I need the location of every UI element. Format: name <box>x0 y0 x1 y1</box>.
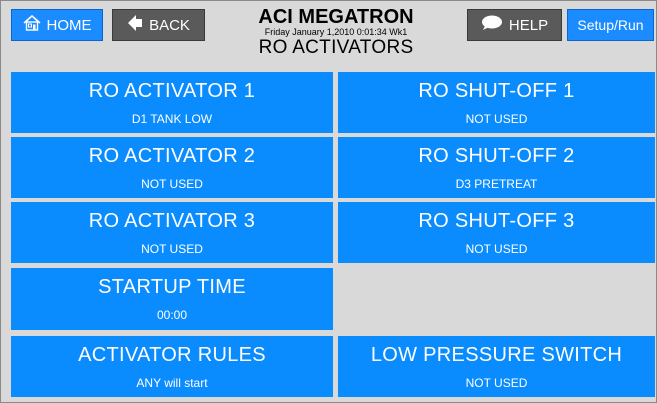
ro-shutoff-1-value: NOT USED <box>465 112 528 126</box>
home-button[interactable]: HOME <box>11 9 103 41</box>
back-button[interactable]: BACK <box>112 9 205 41</box>
ro-activator-3-value: NOT USED <box>141 242 203 256</box>
ro-activator-2-tile[interactable]: RO ACTIVATOR 2 NOT USED <box>11 137 333 198</box>
setup-run-button[interactable]: Setup/Run <box>567 9 654 41</box>
page-title: RO ACTIVATORS <box>258 37 414 58</box>
ro-activator-1-value: D1 TANK LOW <box>131 112 213 126</box>
speech-bubble-icon <box>481 15 509 35</box>
ro-shutoff-3-title: RO SHUT-OFF 3 <box>418 210 575 232</box>
low-pressure-switch-value: NOT USED <box>465 376 528 390</box>
help-button[interactable]: HELP <box>467 9 562 41</box>
home-button-label: HOME <box>46 16 92 34</box>
low-pressure-switch-tile[interactable]: LOW PRESSURE SWITCH NOT USED <box>338 336 655 397</box>
activator-rules-tile[interactable]: ACTIVATOR RULES ANY will start <box>11 336 333 397</box>
ro-activator-2-value: NOT USED <box>141 177 203 191</box>
startup-time-tile[interactable]: STARTUP TIME 00:00 <box>11 268 333 330</box>
ro-shutoff-2-title: RO SHUT-OFF 2 <box>418 145 575 167</box>
app-title: ACI MEGATRON <box>258 6 414 28</box>
startup-time-title: STARTUP TIME <box>98 276 246 298</box>
home-icon <box>22 14 47 35</box>
ro-activator-3-title: RO ACTIVATOR 3 <box>88 210 256 232</box>
ro-shutoff-1-tile[interactable]: RO SHUT-OFF 1 NOT USED <box>338 72 655 133</box>
screen-frame: HOME BACK ACI MEGATRON Friday January 1,… <box>0 0 657 403</box>
setup-run-button-label: Setup/Run <box>577 17 644 33</box>
back-button-label: BACK <box>149 16 190 34</box>
ro-shutoff-2-value: D3 PRETREAT <box>455 177 538 191</box>
ro-activator-2-title: RO ACTIVATOR 2 <box>88 145 256 167</box>
ro-shutoff-1-title: RO SHUT-OFF 1 <box>418 80 575 102</box>
activator-rules-title: ACTIVATOR RULES <box>78 344 266 366</box>
ro-activator-3-tile[interactable]: RO ACTIVATOR 3 NOT USED <box>11 202 333 263</box>
ro-shutoff-2-tile[interactable]: RO SHUT-OFF 2 D3 PRETREAT <box>338 137 655 198</box>
help-button-label: HELP <box>508 16 549 34</box>
ro-activator-1-tile[interactable]: RO ACTIVATOR 1 D1 TANK LOW <box>11 72 333 133</box>
ro-shutoff-3-value: NOT USED <box>465 242 528 256</box>
ro-shutoff-3-tile[interactable]: RO SHUT-OFF 3 NOT USED <box>338 202 655 263</box>
activator-rules-value: ANY will start <box>136 376 208 390</box>
low-pressure-switch-title: LOW PRESSURE SWITCH <box>370 344 623 366</box>
startup-time-value: 00:00 <box>156 308 188 322</box>
arrow-left-icon <box>127 14 149 36</box>
ro-activator-1-title: RO ACTIVATOR 1 <box>88 80 256 102</box>
